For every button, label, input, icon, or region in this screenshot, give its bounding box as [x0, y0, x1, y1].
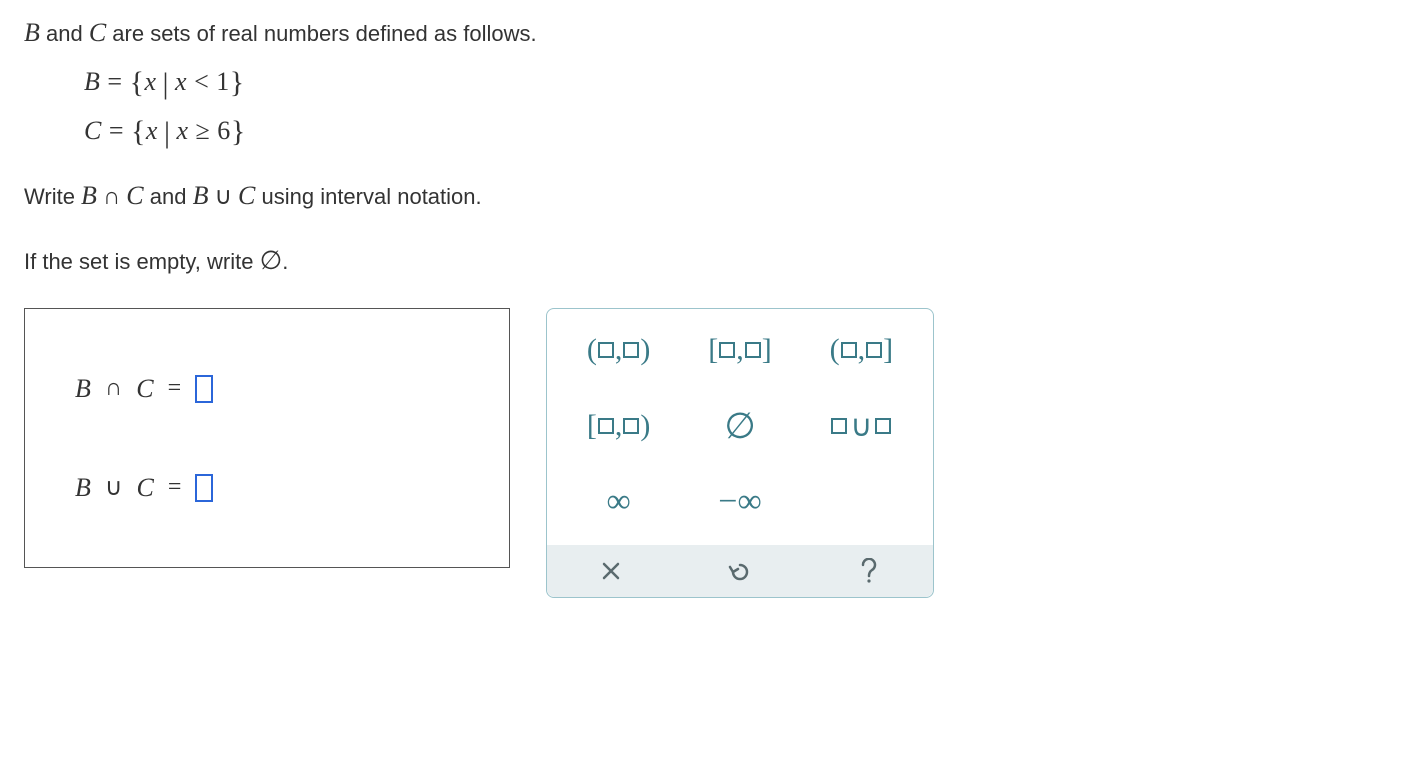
instruction-c2: C [238, 181, 255, 210]
palette-footer [547, 545, 933, 597]
palette-grid: (,) [,] (,] [,) ∅ ∪ ∞ −∞ [563, 321, 917, 531]
instruction-b1: B [81, 181, 97, 210]
union-symbol: ∪ [208, 184, 238, 210]
undo-icon [727, 559, 753, 583]
answer-box: B ∩ C = B ∪ C = [24, 308, 510, 568]
instruction-empty-post: . [282, 249, 288, 274]
var-b: B [24, 18, 40, 47]
answer-union-input[interactable] [195, 474, 213, 502]
instruction-line-2: If the set is empty, write ∅. [24, 241, 1379, 280]
answer-intersection-b: B [75, 374, 91, 404]
help-icon [859, 558, 879, 584]
negative-infinity-button[interactable]: −∞ [684, 473, 795, 531]
interval-closed-closed-button[interactable]: [,] [684, 321, 795, 379]
answer-intersection-input[interactable] [195, 375, 213, 403]
instruction-write: Write [24, 184, 81, 209]
union-button[interactable]: ∪ [806, 397, 917, 455]
empty-set-symbol: ∅ [260, 246, 283, 275]
definition-b: B = {x|x < 1} [84, 66, 1379, 101]
work-area: B ∩ C = B ∪ C = (,) [,] (,] [,) ∅ ∪ ∞ −∞ [24, 308, 1379, 598]
definition-c: C = {x|x ≥ 6} [84, 115, 1379, 150]
undo-button[interactable] [676, 545, 805, 597]
close-icon [600, 560, 622, 582]
definition-b-lhs: B [84, 67, 100, 96]
instruction-c1: C [126, 181, 143, 210]
instruction-and: and [144, 184, 193, 209]
intersection-symbol: ∩ [97, 184, 126, 210]
instruction-line-1: Write B ∩ C and B ∪ C using interval not… [24, 176, 1379, 215]
prompt-intro: B and C are sets of real numbers defined… [24, 18, 1379, 48]
infinity-icon: ∞ [607, 485, 631, 519]
instruction-b2: B [193, 181, 209, 210]
var-c: C [89, 18, 106, 47]
answer-intersection-eq: = [168, 375, 182, 402]
answer-union-eq: = [168, 474, 182, 501]
answer-union: B ∪ C = [75, 473, 479, 503]
answer-intersection-op: ∩ [105, 375, 122, 402]
intro-post: are sets of real numbers defined as foll… [106, 21, 536, 46]
negative-infinity-icon: −∞ [718, 485, 761, 519]
answer-union-b: B [75, 473, 91, 503]
infinity-button[interactable]: ∞ [563, 473, 674, 531]
interval-open-open-button[interactable]: (,) [563, 321, 674, 379]
empty-set-button[interactable]: ∅ [684, 397, 795, 455]
symbol-palette: (,) [,] (,] [,) ∅ ∪ ∞ −∞ [546, 308, 934, 598]
clear-button[interactable] [547, 545, 676, 597]
answer-union-c: C [136, 473, 153, 503]
answer-union-op: ∪ [105, 473, 123, 502]
interval-open-closed-button[interactable]: (,] [806, 321, 917, 379]
interval-closed-open-button[interactable]: [,) [563, 397, 674, 455]
instruction-tail: using interval notation. [255, 184, 481, 209]
empty-set-icon: ∅ [724, 405, 755, 447]
intro-mid: and [40, 21, 89, 46]
help-button[interactable] [804, 545, 933, 597]
instruction-empty-pre: If the set is empty, write [24, 249, 260, 274]
answer-intersection-c: C [136, 374, 153, 404]
definition-c-lhs: C [84, 116, 102, 145]
answer-intersection: B ∩ C = [75, 374, 479, 404]
